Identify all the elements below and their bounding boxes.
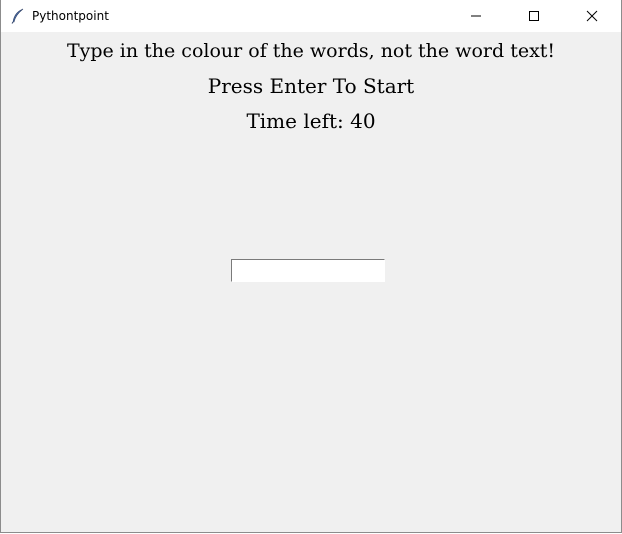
feather-icon [10,8,26,24]
maximize-button[interactable] [505,0,563,32]
maximize-icon [529,11,539,21]
title-bar[interactable]: Pythontpoint [1,0,621,32]
colour-entry-field[interactable] [231,259,385,282]
window-controls [447,0,621,32]
app-window: Pythontpoint Type in the colour of the w… [0,0,622,533]
window-title: Pythontpoint [32,9,109,23]
minimize-icon [471,15,481,17]
close-button[interactable] [563,0,621,32]
main-content: Type in the colour of the words, not the… [1,32,621,532]
instructions-label: Type in the colour of the words, not the… [66,40,556,62]
minimize-button[interactable] [447,0,505,32]
time-left-label: Time left: 40 [246,109,376,133]
close-icon [586,10,598,22]
start-prompt-label: Press Enter To Start [207,74,415,98]
